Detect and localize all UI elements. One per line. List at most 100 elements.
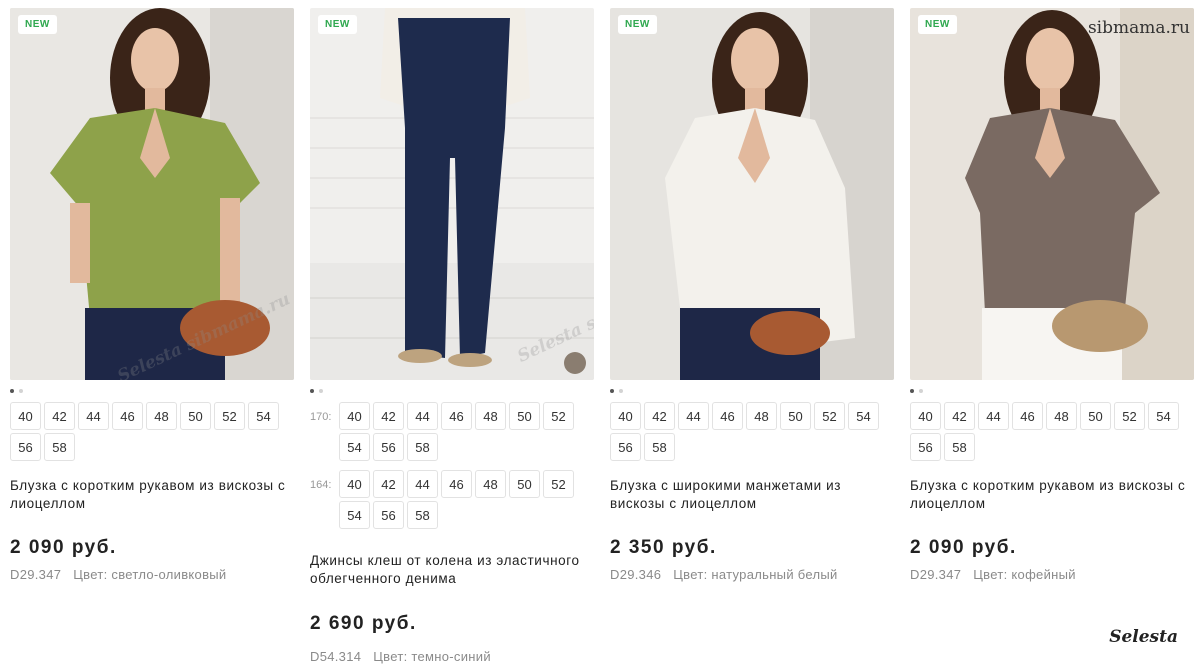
size-option-56[interactable]: 56 bbox=[910, 433, 941, 461]
size-option-58[interactable]: 58 bbox=[944, 433, 975, 461]
size-option-44[interactable]: 44 bbox=[978, 402, 1009, 430]
size-option-48[interactable]: 48 bbox=[475, 402, 506, 430]
size-option-40[interactable]: 40 bbox=[339, 470, 370, 498]
product-photo-illustration bbox=[610, 8, 894, 380]
size-option-40[interactable]: 40 bbox=[910, 402, 941, 430]
product-title[interactable]: Блузка с широкими манжетами из вискозы с… bbox=[610, 477, 894, 513]
size-option-46[interactable]: 46 bbox=[112, 402, 143, 430]
watermark-site: sibmama.ru bbox=[1087, 18, 1190, 38]
product-image[interactable]: NEW Selesta sibmama.ru bbox=[310, 8, 594, 380]
size-option-42[interactable]: 42 bbox=[644, 402, 675, 430]
product-photo-illustration bbox=[10, 8, 294, 380]
size-option-42[interactable]: 42 bbox=[944, 402, 975, 430]
image-pagination[interactable] bbox=[10, 380, 294, 402]
product-color: Цвет: натуральный белый bbox=[673, 567, 838, 582]
size-option-56[interactable]: 56 bbox=[10, 433, 41, 461]
size-option-48[interactable]: 48 bbox=[1046, 402, 1077, 430]
product-code: D29.347 bbox=[910, 567, 962, 582]
product-code: D29.346 bbox=[610, 567, 662, 582]
product-image[interactable]: NEW bbox=[910, 8, 1194, 380]
size-option-42[interactable]: 42 bbox=[373, 402, 404, 430]
size-option-50[interactable]: 50 bbox=[509, 470, 540, 498]
size-option-54[interactable]: 54 bbox=[1148, 402, 1179, 430]
pagination-dot[interactable] bbox=[319, 389, 323, 393]
size-option-50[interactable]: 50 bbox=[1080, 402, 1111, 430]
size-option-58[interactable]: 58 bbox=[644, 433, 675, 461]
product-card[interactable]: NEW Selesta sibmama.ru 40 42 44 46 48 50 52 54 5… bbox=[10, 8, 294, 582]
pagination-dot[interactable] bbox=[610, 389, 614, 393]
new-badge: NEW bbox=[18, 15, 57, 34]
height-label: 170: bbox=[310, 411, 332, 423]
image-pagination[interactable] bbox=[610, 380, 894, 402]
product-meta: D29.346 Цвет: натуральный белый bbox=[610, 567, 894, 582]
size-option-44[interactable]: 44 bbox=[407, 470, 438, 498]
product-title[interactable]: Блузка с коротким рукавом из вискозы с л… bbox=[10, 477, 294, 513]
image-pagination[interactable] bbox=[310, 380, 594, 402]
size-option-40[interactable]: 40 bbox=[339, 402, 370, 430]
pagination-dot[interactable] bbox=[19, 389, 23, 393]
size-option-42[interactable]: 42 bbox=[373, 470, 404, 498]
product-meta: D29.347 Цвет: светло-оливковый bbox=[10, 567, 294, 582]
size-option-48[interactable]: 48 bbox=[746, 402, 777, 430]
size-selector: 40 42 44 46 48 50 52 54 56 58 bbox=[910, 402, 1195, 461]
product-image[interactable]: NEW bbox=[610, 8, 894, 380]
pagination-dot[interactable] bbox=[10, 389, 14, 393]
size-option-52[interactable]: 52 bbox=[214, 402, 245, 430]
product-title[interactable]: Блузка с коротким рукавом из вискозы с л… bbox=[910, 477, 1194, 513]
product-photo-illustration bbox=[910, 8, 1194, 380]
size-option-48[interactable]: 48 bbox=[475, 470, 506, 498]
product-image[interactable]: NEW Selesta sibmama.ru bbox=[10, 8, 294, 380]
pagination-dot[interactable] bbox=[310, 389, 314, 393]
size-option-56[interactable]: 56 bbox=[610, 433, 641, 461]
size-option-54[interactable]: 54 bbox=[339, 501, 370, 529]
product-price: 2 350 руб. bbox=[610, 537, 717, 558]
size-option-46[interactable]: 46 bbox=[441, 402, 472, 430]
size-option-40[interactable]: 40 bbox=[10, 402, 41, 430]
new-badge: NEW bbox=[918, 15, 957, 34]
size-selector: 40 42 44 46 48 50 52 54 56 58 bbox=[339, 402, 579, 461]
size-option-42[interactable]: 42 bbox=[44, 402, 75, 430]
size-option-50[interactable]: 50 bbox=[180, 402, 211, 430]
product-meta: D29.347 Цвет: кофейный bbox=[910, 567, 1194, 582]
size-option-58[interactable]: 58 bbox=[44, 433, 75, 461]
size-option-40[interactable]: 40 bbox=[610, 402, 641, 430]
size-option-50[interactable]: 50 bbox=[509, 402, 540, 430]
height-label: 164: bbox=[310, 479, 332, 491]
size-option-46[interactable]: 46 bbox=[712, 402, 743, 430]
size-option-58[interactable]: 58 bbox=[407, 433, 438, 461]
size-option-44[interactable]: 44 bbox=[407, 402, 438, 430]
product-price: 2 690 руб. bbox=[310, 613, 417, 634]
image-pagination[interactable] bbox=[910, 380, 1194, 402]
pagination-dot[interactable] bbox=[910, 389, 914, 393]
size-option-58[interactable]: 58 bbox=[407, 501, 438, 529]
size-selector: 40 42 44 46 48 50 52 54 56 58 bbox=[610, 402, 895, 461]
size-option-56[interactable]: 56 bbox=[373, 501, 404, 529]
watermark-brand: Selesta bbox=[1109, 627, 1178, 647]
size-option-54[interactable]: 54 bbox=[339, 433, 370, 461]
size-option-52[interactable]: 52 bbox=[814, 402, 845, 430]
pagination-dot[interactable] bbox=[619, 389, 623, 393]
new-badge: NEW bbox=[618, 15, 657, 34]
size-option-44[interactable]: 44 bbox=[78, 402, 109, 430]
size-option-46[interactable]: 46 bbox=[441, 470, 472, 498]
size-row-170: 170: 40 42 44 46 48 50 52 54 56 58 bbox=[310, 402, 594, 461]
product-card[interactable]: NEW Selesta sibmama.ru 170: 404244464850… bbox=[310, 8, 594, 664]
size-option-52[interactable]: 52 bbox=[543, 470, 574, 498]
size-option-54[interactable]: 54 bbox=[248, 402, 279, 430]
size-option-44[interactable]: 44 bbox=[678, 402, 709, 430]
size-option-46[interactable]: 46 bbox=[1012, 402, 1043, 430]
size-option-54[interactable]: 54 bbox=[848, 402, 879, 430]
product-price: 2 090 руб. bbox=[910, 537, 1017, 558]
product-card[interactable]: NEW 40 42 44 46 48 50 52 54 56 58 Блузка с широки… bbox=[610, 8, 894, 582]
product-price: 2 090 руб. bbox=[10, 537, 117, 558]
product-title[interactable]: Джинсы клеш от колена из эластичного обл… bbox=[310, 552, 594, 588]
size-option-56[interactable]: 56 bbox=[373, 433, 404, 461]
product-card[interactable]: NEW 40 42 44 46 48 50 52 54 56 58 Блузка с коротк… bbox=[910, 8, 1194, 582]
product-color: Цвет: светло-оливковый bbox=[73, 567, 227, 582]
pagination-dot[interactable] bbox=[919, 389, 923, 393]
size-option-52[interactable]: 52 bbox=[543, 402, 574, 430]
size-option-48[interactable]: 48 bbox=[146, 402, 177, 430]
size-option-50[interactable]: 50 bbox=[780, 402, 811, 430]
product-photo-illustration bbox=[310, 8, 594, 380]
size-option-52[interactable]: 52 bbox=[1114, 402, 1145, 430]
